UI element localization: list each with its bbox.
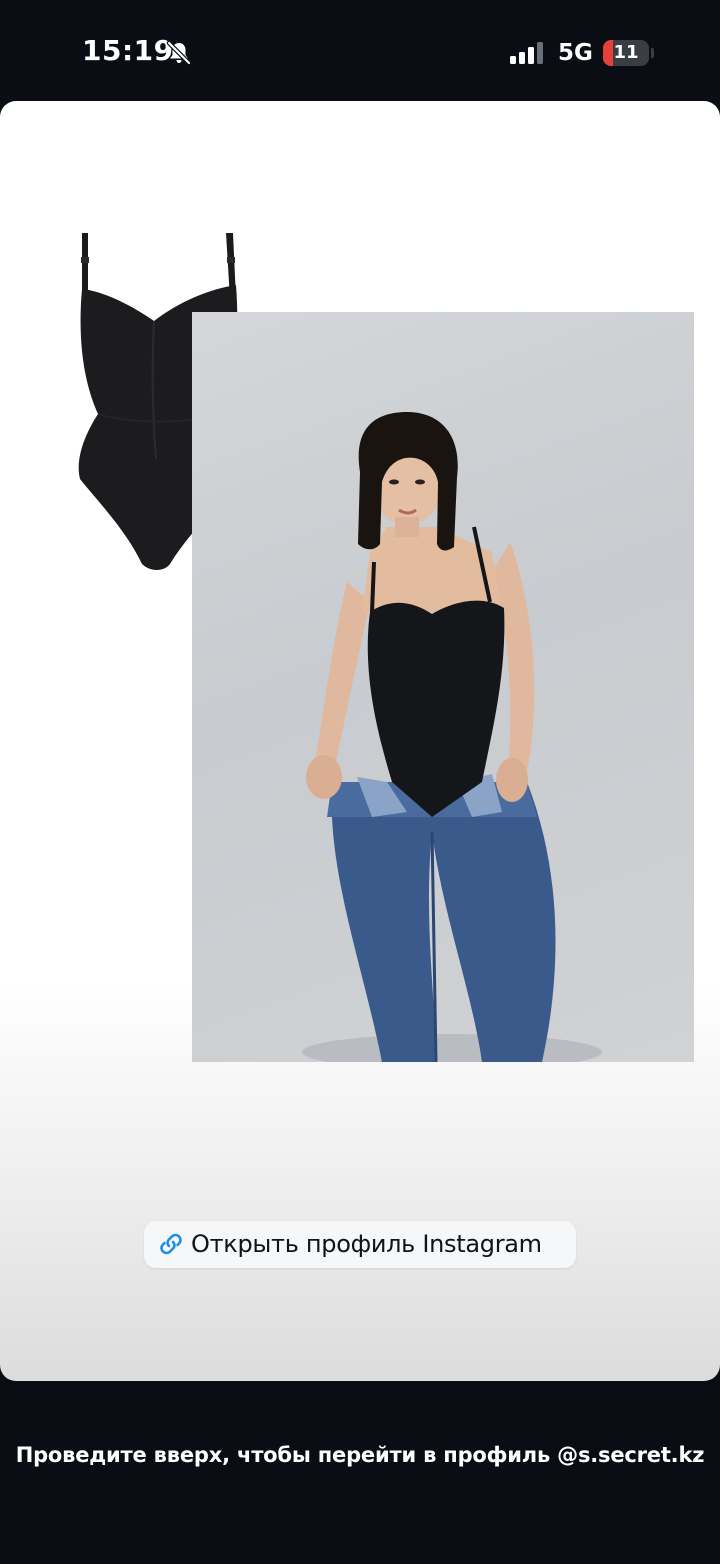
swipe-up-hint[interactable]: Проведите вверх, чтобы перейти в профиль…: [0, 1443, 720, 1467]
link-icon: [158, 1231, 184, 1257]
status-bar: 15:19 5G 11: [0, 0, 720, 100]
link-label: Открыть профиль Instagram: [191, 1230, 542, 1258]
network-type: 5G: [558, 40, 593, 66]
battery-level: 11: [613, 42, 639, 63]
bell-slash-icon: [166, 40, 192, 66]
story-card[interactable]: Открыть профиль Instagram: [0, 101, 720, 1381]
battery-icon: 11: [603, 40, 649, 66]
status-time: 15:19: [82, 34, 174, 67]
battery-cap: [651, 48, 654, 58]
signal-icon: [510, 42, 548, 64]
open-instagram-profile-link[interactable]: Открыть профиль Instagram: [144, 1221, 576, 1268]
model-photo: [192, 312, 694, 1062]
